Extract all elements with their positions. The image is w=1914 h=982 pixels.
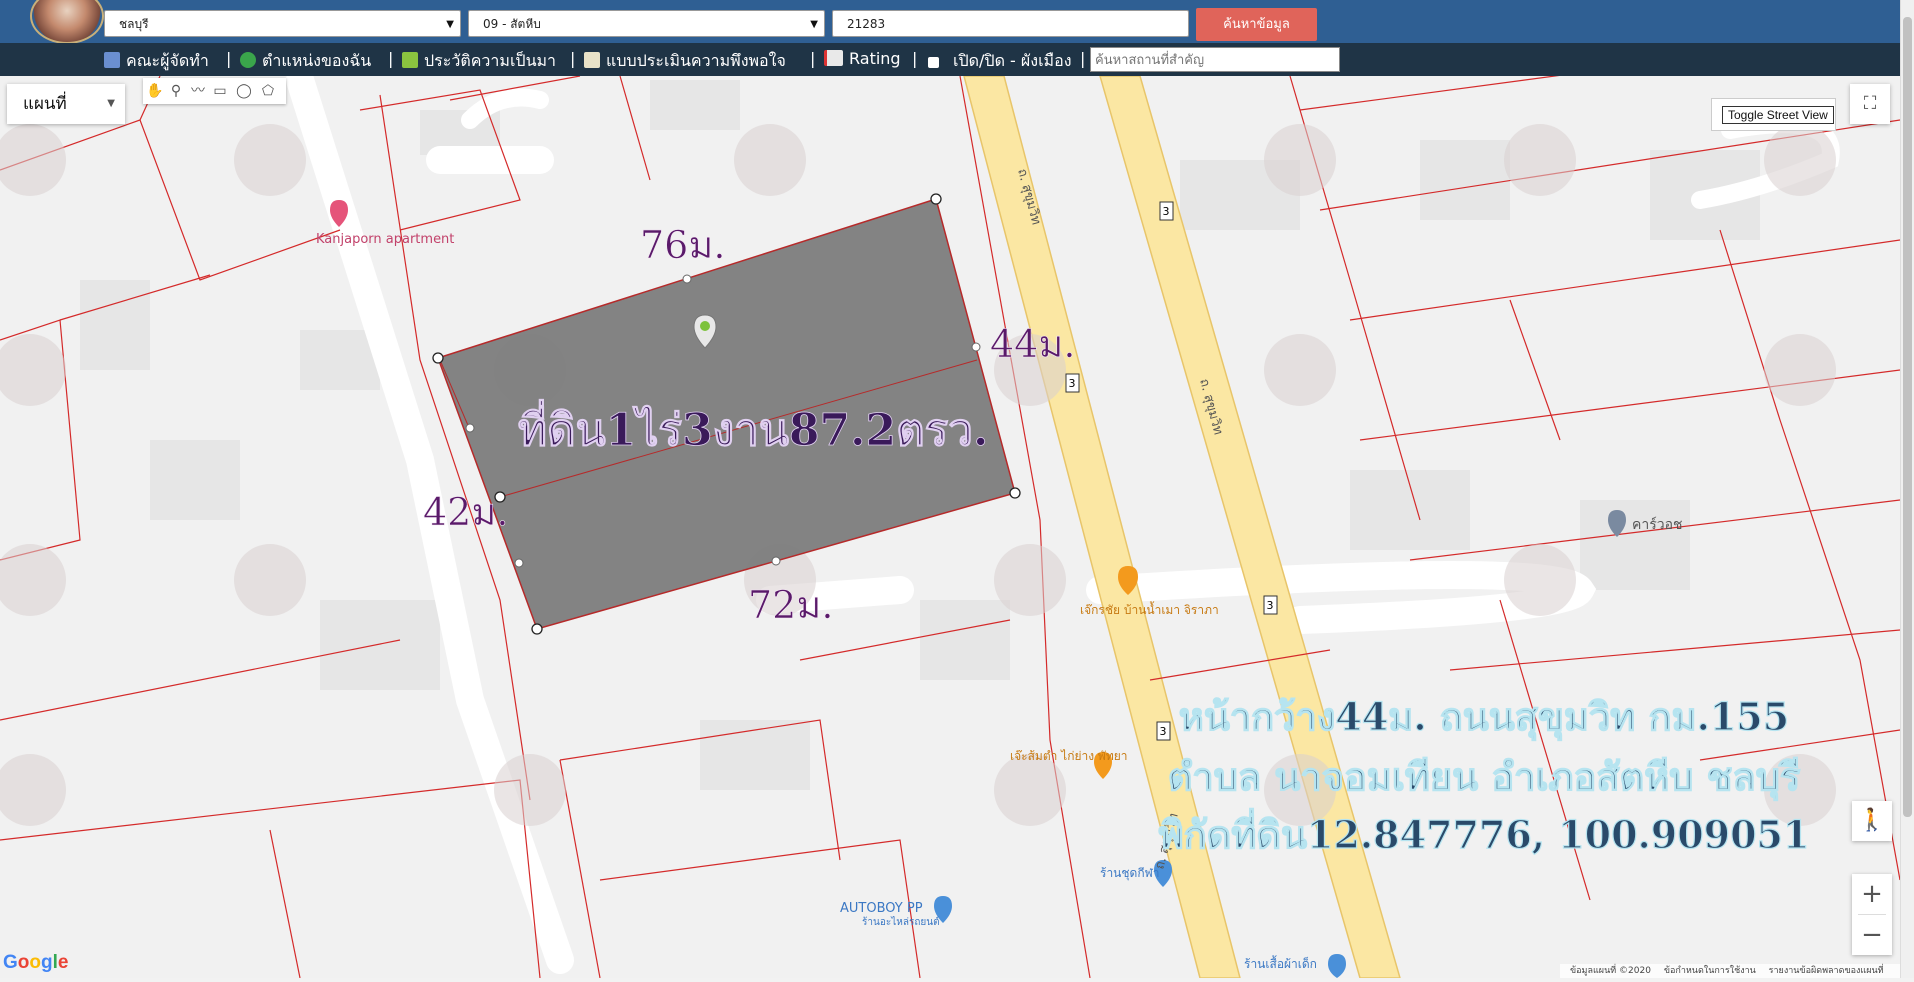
page-scrollbar[interactable] xyxy=(1900,0,1914,978)
poi-label-autoboy-sub: ร้านอะไหล่รถยนต์ xyxy=(862,916,940,928)
polygon-tool-icon[interactable]: ⬠ xyxy=(259,82,277,100)
circle-tool-icon[interactable]: ◯ xyxy=(235,82,253,100)
poi-label-chicken: เจ๊ะส้มตำ ไก่ย่าง พัทยา xyxy=(1010,749,1128,763)
top-search-bar: ชลบุรี ▼ 09 - สัตหีบ ▼ 21283 ค้นหาข้อมูล xyxy=(0,0,1914,44)
nav-zoning-toggle[interactable]: เปิด/ปิด - ผังเมือง xyxy=(928,49,1072,74)
google-logo: Google xyxy=(3,952,68,974)
poi-label-autoboy: AUTOBOY PP xyxy=(840,901,923,916)
report-error-link[interactable]: รายงานข้อผิดพลาดของแผนที่ xyxy=(1769,966,1884,976)
nav-rating-label: Rating xyxy=(849,49,901,68)
polyline-tool-icon[interactable]: 〰 xyxy=(189,82,207,100)
google-logo-letter: o xyxy=(17,952,30,973)
svg-text:3: 3 xyxy=(1069,377,1076,390)
poi-label-carwash: คาร์วอช xyxy=(1632,516,1683,533)
nav-team[interactable]: คณะผู้จัดทำ xyxy=(104,49,209,74)
scrollbar-thumb[interactable] xyxy=(1903,17,1912,817)
place-search-input[interactable] xyxy=(1090,47,1340,72)
toggle-street-view-label: Toggle Street View xyxy=(1722,106,1834,124)
search-data-button[interactable]: ค้นหาข้อมูล xyxy=(1196,8,1317,41)
nav-separator: | xyxy=(570,49,576,68)
terms-link[interactable]: ข้อกำหนดในการใช้งาน xyxy=(1664,966,1756,976)
side-length-right: 44ม. xyxy=(990,322,1075,366)
svg-text:3: 3 xyxy=(1267,599,1274,612)
google-logo-letter: o xyxy=(29,952,41,973)
google-logo-letter: G xyxy=(3,952,18,973)
chevron-down-icon: ▼ xyxy=(810,19,818,30)
nav-history[interactable]: ประวัติความเป็นมา xyxy=(402,49,556,74)
sprout-icon xyxy=(402,52,418,68)
logo-seal xyxy=(30,0,104,44)
map-footer: ข้อมูลแผนที่ ©2020 ข้อกำหนดในการใช้งาน ร… xyxy=(1560,964,1900,978)
overlay-coordinates-text: พิกัดที่ดิน12.847776, 100.909051 xyxy=(1159,808,1810,857)
nav-team-label: คณะผู้จัดทำ xyxy=(126,51,209,70)
nav-rating[interactable]: Rating xyxy=(824,49,901,68)
map-data-copyright: ข้อมูลแผนที่ ©2020 xyxy=(1570,966,1651,976)
route-3-shield: 3 xyxy=(1263,595,1278,615)
parcel-area-label: ที่ดิน1ไร่3งาน87.2ตรว. xyxy=(518,399,988,456)
zoom-in-button[interactable]: + xyxy=(1852,874,1892,914)
drawing-toolbar: ✋ ⚲ 〰 ▭ ◯ ⬠ xyxy=(143,78,286,104)
district-select[interactable]: 09 - สัตหีบ ▼ xyxy=(468,10,825,37)
district-value: 09 - สัตหีบ xyxy=(483,17,541,31)
overlay-location-text: ตำบล นาจอมเทียน อำเภอสัตหีบ ชลบุรี xyxy=(1168,754,1801,801)
google-logo-letter: g xyxy=(41,952,53,973)
side-length-top: 76ม. xyxy=(640,223,725,267)
poi-label-kids-shop: ร้านเสื้อผ้าเด็ก xyxy=(1244,955,1317,971)
globe-icon xyxy=(240,52,256,68)
form-icon xyxy=(584,52,600,68)
side-length-left: 42ม. xyxy=(423,490,508,534)
route-3-shield: 3 xyxy=(1065,373,1080,393)
nav-zoning-label: เปิด/ปิด - ผังเมือง xyxy=(953,51,1072,70)
google-logo-letter: e xyxy=(57,952,69,973)
map-canvas[interactable]: 3 3 3 3 Kanjaporn apartment คาร์วอช เจ๊ก… xyxy=(0,29,1901,979)
province-select[interactable]: ชลบุรี ▼ xyxy=(104,10,461,37)
hand-icon[interactable]: ✋ xyxy=(146,82,164,100)
map-type-value: แผนที่ xyxy=(23,94,67,114)
route-3-shield: 3 xyxy=(1156,721,1171,741)
svg-text:3: 3 xyxy=(1163,205,1170,218)
chevron-down-icon: ▼ xyxy=(446,19,454,30)
nav-separator: | xyxy=(810,49,816,68)
nav-bar: คณะผู้จัดทำ | ตำแหน่งของฉัน | ประวัติควา… xyxy=(0,43,1914,76)
chevron-down-icon: ▼ xyxy=(107,98,115,109)
zoom-control: + − xyxy=(1852,874,1892,955)
side-length-bottom: 72ม. xyxy=(748,583,833,627)
overlay-frontage-text: หน้ากว้าง44ม. ถนนสุขุมวิท กม.155 xyxy=(1179,694,1789,741)
toggle-street-view-button[interactable]: Toggle Street View xyxy=(1711,98,1836,131)
nav-separator: | xyxy=(388,49,394,68)
team-icon xyxy=(104,52,120,68)
route-3-shield: 3 xyxy=(1159,201,1174,221)
checkbox-icon[interactable] xyxy=(928,57,939,68)
nav-history-label: ประวัติความเป็นมา xyxy=(424,51,557,70)
province-value: ชลบุรี xyxy=(119,17,149,31)
nav-survey-label: แบบประเมินความพึงพอใจ xyxy=(606,51,786,70)
rectangle-tool-icon[interactable]: ▭ xyxy=(211,82,229,100)
nav-my-location[interactable]: ตำแหน่งของฉัน xyxy=(240,49,371,74)
poi-label-shoe-shop: ร้านชุดกีฬา xyxy=(1100,866,1160,881)
pegman-icon[interactable]: 🚶 xyxy=(1852,801,1892,841)
poi-label-restaurant: เจ๊กรชัย บ้านน้ำเมา จิราภา xyxy=(1080,601,1219,617)
poi-label-kanjaporn: Kanjaporn apartment xyxy=(316,232,454,247)
nav-satisfaction-survey[interactable]: แบบประเมินความพึงพอใจ xyxy=(584,49,786,74)
fullscreen-icon[interactable]: ⛶ xyxy=(1850,84,1890,124)
nav-separator: | xyxy=(226,49,232,68)
svg-text:3: 3 xyxy=(1160,725,1167,738)
zoom-out-button[interactable]: − xyxy=(1852,915,1892,955)
chart-icon xyxy=(824,50,843,66)
parcel-number-input[interactable]: 21283 xyxy=(832,10,1189,37)
map-type-select[interactable]: แผนที่ ▼ xyxy=(7,84,125,124)
marker-tool-icon[interactable]: ⚲ xyxy=(167,82,185,100)
nav-separator: | xyxy=(1080,49,1086,68)
parcel-number-value: 21283 xyxy=(847,17,886,31)
nav-separator: | xyxy=(912,49,918,68)
nav-my-location-label: ตำแหน่งของฉัน xyxy=(262,51,372,70)
